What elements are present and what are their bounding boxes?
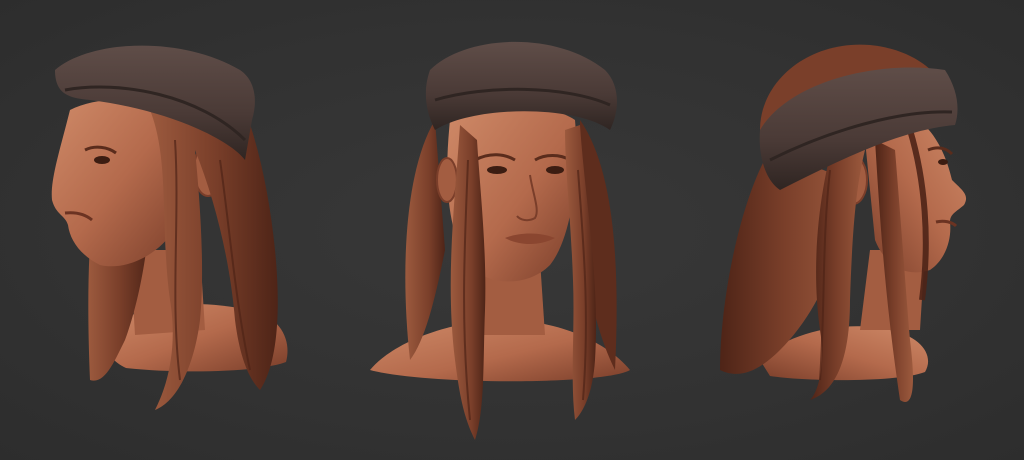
bust-front bbox=[365, 0, 655, 460]
sculpt-viewport[interactable] bbox=[0, 0, 1024, 460]
bust-three-quarter-left bbox=[30, 0, 320, 460]
hair-back bbox=[405, 120, 445, 360]
bust-right-profile bbox=[700, 0, 1000, 460]
